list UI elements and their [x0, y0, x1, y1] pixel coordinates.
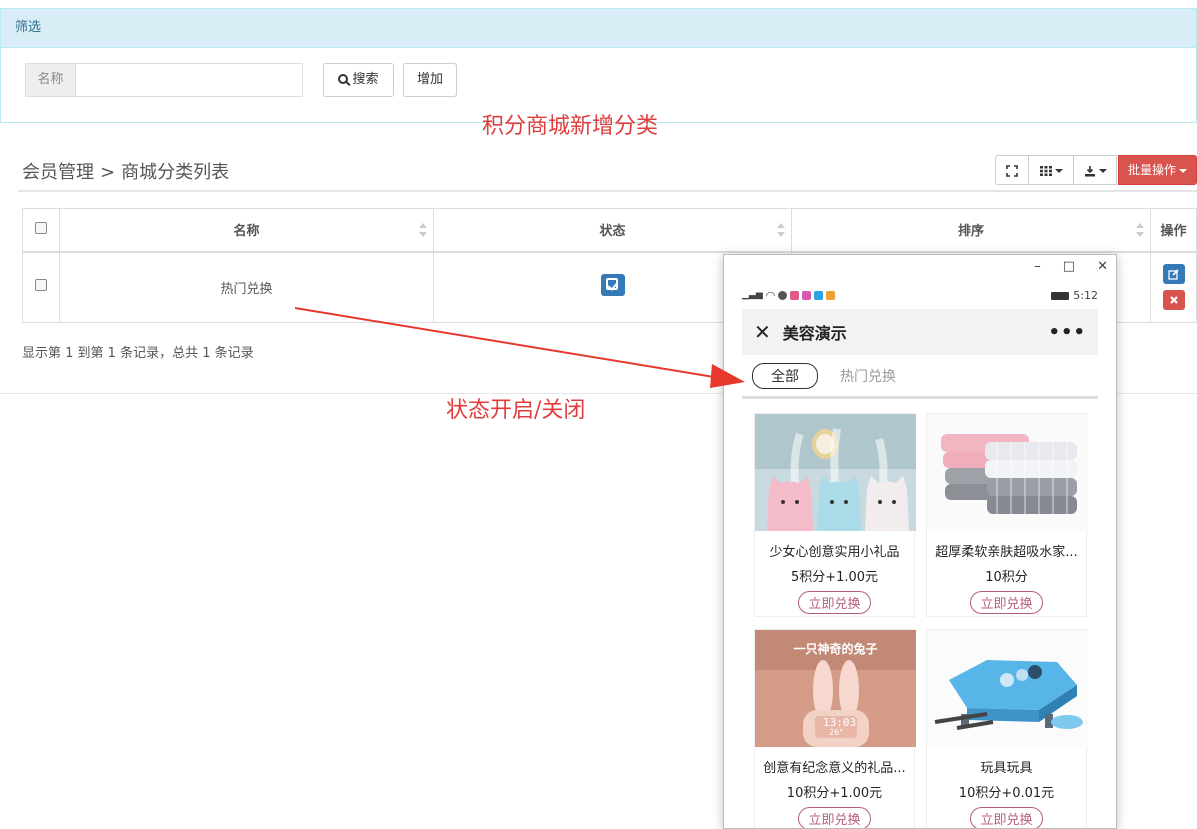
product-image-caption: 一只神奇的兔子 — [793, 642, 878, 656]
select-all-checkbox[interactable] — [35, 221, 47, 234]
product-card[interactable]: 少女心创意实用小礼品 5积分+1.00元 立即兑换 — [754, 413, 916, 617]
chat-icon — [778, 290, 788, 300]
edit-button[interactable] — [1162, 264, 1185, 285]
product-image-temp: 26° — [829, 728, 844, 737]
column-header-status-label: 状态 — [599, 224, 626, 240]
delete-button[interactable] — [1162, 290, 1185, 311]
phone-time: 5:12 — [1073, 288, 1098, 302]
annotation-new-category: 积分商城新增分类 — [482, 114, 659, 139]
batch-operation-button[interactable]: 批量操作 — [1118, 155, 1197, 185]
column-header-sort[interactable]: 排序 — [791, 208, 1151, 253]
miniapp-header: ✕ 美容演示 ••• — [742, 309, 1098, 355]
window-controls: – □ ✕ — [1034, 259, 1108, 274]
minimize-icon[interactable]: – — [1034, 259, 1041, 274]
status-icons: ▁▃▅ ◠ — [742, 288, 836, 302]
tab-all[interactable]: 全部 — [752, 362, 818, 389]
row-actions — [1150, 251, 1197, 323]
product-card[interactable]: 一只神奇的兔子 13:03 26° 创意有纪念意义的礼品... 10积分+1.0… — [754, 629, 916, 828]
product-image — [755, 414, 916, 531]
name-filter-group: 名称 — [25, 63, 303, 97]
name-filter-label: 名称 — [26, 64, 76, 96]
row-checkbox[interactable] — [35, 279, 47, 292]
edit-icon — [1167, 269, 1179, 280]
product-image — [927, 630, 1088, 747]
product-price: 10积分 — [985, 570, 1028, 585]
redeem-button[interactable]: 立即兑换 — [970, 591, 1043, 614]
search-icon — [338, 74, 349, 84]
columns-button[interactable] — [1028, 155, 1074, 185]
breadcrumb-parent[interactable]: 会员管理 — [22, 162, 94, 183]
breadcrumb-current: 商城分类列表 — [121, 162, 230, 183]
product-card[interactable]: 玩具玩具 10积分+0.01元 立即兑换 — [926, 629, 1088, 828]
column-header-actions: 操作 — [1150, 208, 1197, 253]
chevron-down-icon — [1054, 168, 1063, 173]
phone-status-bar: ▁▃▅ ◠ 5:12 — [742, 287, 1098, 303]
battery-icon — [1051, 291, 1070, 300]
app-icon — [802, 290, 812, 300]
signal-icon: ▁▃▅ — [742, 290, 763, 300]
column-header-actions-label: 操作 — [1160, 224, 1187, 240]
product-name: 超厚柔软亲肤超吸水家... — [935, 545, 1078, 560]
fullscreen-button[interactable] — [995, 155, 1029, 185]
product-name: 创意有纪念意义的礼品... — [763, 761, 906, 776]
select-all-cell — [22, 208, 60, 253]
sort-icon — [419, 223, 427, 237]
redeem-button[interactable]: 立即兑换 — [970, 807, 1043, 828]
app-icon — [814, 290, 824, 300]
maximize-icon[interactable]: □ — [1063, 259, 1075, 274]
column-header-status[interactable]: 状态 — [433, 208, 792, 253]
product-name: 少女心创意实用小礼品 — [769, 545, 900, 560]
batch-operation-label: 批量操作 — [1127, 163, 1176, 177]
chevron-down-icon — [1098, 168, 1107, 173]
column-header-name[interactable]: 名称 — [59, 208, 434, 253]
export-button[interactable] — [1073, 155, 1117, 185]
product-image — [927, 414, 1088, 531]
miniapp-title: 美容演示 — [782, 324, 847, 343]
product-price: 5积分+1.00元 — [790, 570, 879, 585]
tab-hot-exchange[interactable]: 热门兑换 — [840, 366, 896, 386]
search-button-label: 搜索 — [352, 72, 379, 87]
export-icon — [1084, 165, 1095, 176]
category-tabs: 全部 热门兑换 — [742, 355, 1098, 399]
row-select-cell — [22, 251, 60, 323]
wifi-icon: ◠ — [765, 288, 776, 302]
breadcrumb: 会员管理 > 商城分类列表 — [22, 158, 229, 184]
pagination-summary: 显示第 1 到第 1 条记录，总共 1 条记录 — [22, 346, 254, 361]
divider — [18, 190, 1197, 192]
product-name: 玩具玩具 — [980, 761, 1033, 776]
close-icon — [1169, 296, 1178, 305]
chevron-down-icon — [1179, 168, 1187, 173]
table-header-row: 名称 状态 排序 操作 — [22, 208, 1197, 253]
product-price: 10积分+1.00元 — [786, 786, 883, 801]
row-name: 热门兑换 — [59, 251, 434, 323]
product-price: 10积分+0.01元 — [958, 786, 1055, 801]
redeem-button[interactable]: 立即兑换 — [798, 591, 871, 614]
product-card[interactable]: 超厚柔软亲肤超吸水家... 10积分 立即兑换 — [926, 413, 1088, 617]
column-header-sort-label: 排序 — [957, 224, 984, 240]
search-button[interactable]: 搜索 — [323, 63, 394, 97]
filter-panel-title: 筛选 — [0, 8, 1197, 48]
redeem-button[interactable]: 立即兑换 — [798, 807, 871, 828]
add-button[interactable]: 增加 — [403, 63, 457, 97]
product-image: 一只神奇的兔子 13:03 26° — [755, 630, 916, 747]
fullscreen-icon — [1006, 164, 1018, 177]
mobile-preview-window: – □ ✕ ▁▃▅ ◠ 5:12 ✕ 美容演示 ••• 全部 热门兑换 少女心创… — [723, 254, 1117, 829]
app-icon — [790, 290, 800, 300]
status-checked-icon[interactable] — [600, 274, 625, 297]
name-filter-input[interactable] — [76, 64, 302, 96]
column-header-name-label: 名称 — [233, 224, 260, 240]
close-icon[interactable]: ✕ — [754, 320, 771, 344]
sort-icon — [1136, 223, 1144, 237]
more-icon[interactable]: ••• — [1048, 322, 1086, 343]
app-icon — [826, 290, 836, 300]
sort-icon — [777, 223, 785, 237]
close-window-icon[interactable]: ✕ — [1097, 259, 1108, 274]
annotation-status-toggle: 状态开启/关闭 — [446, 398, 586, 423]
status-right: 5:12 — [1051, 289, 1098, 302]
grid-icon — [1039, 165, 1052, 176]
breadcrumb-separator: > — [100, 162, 116, 183]
